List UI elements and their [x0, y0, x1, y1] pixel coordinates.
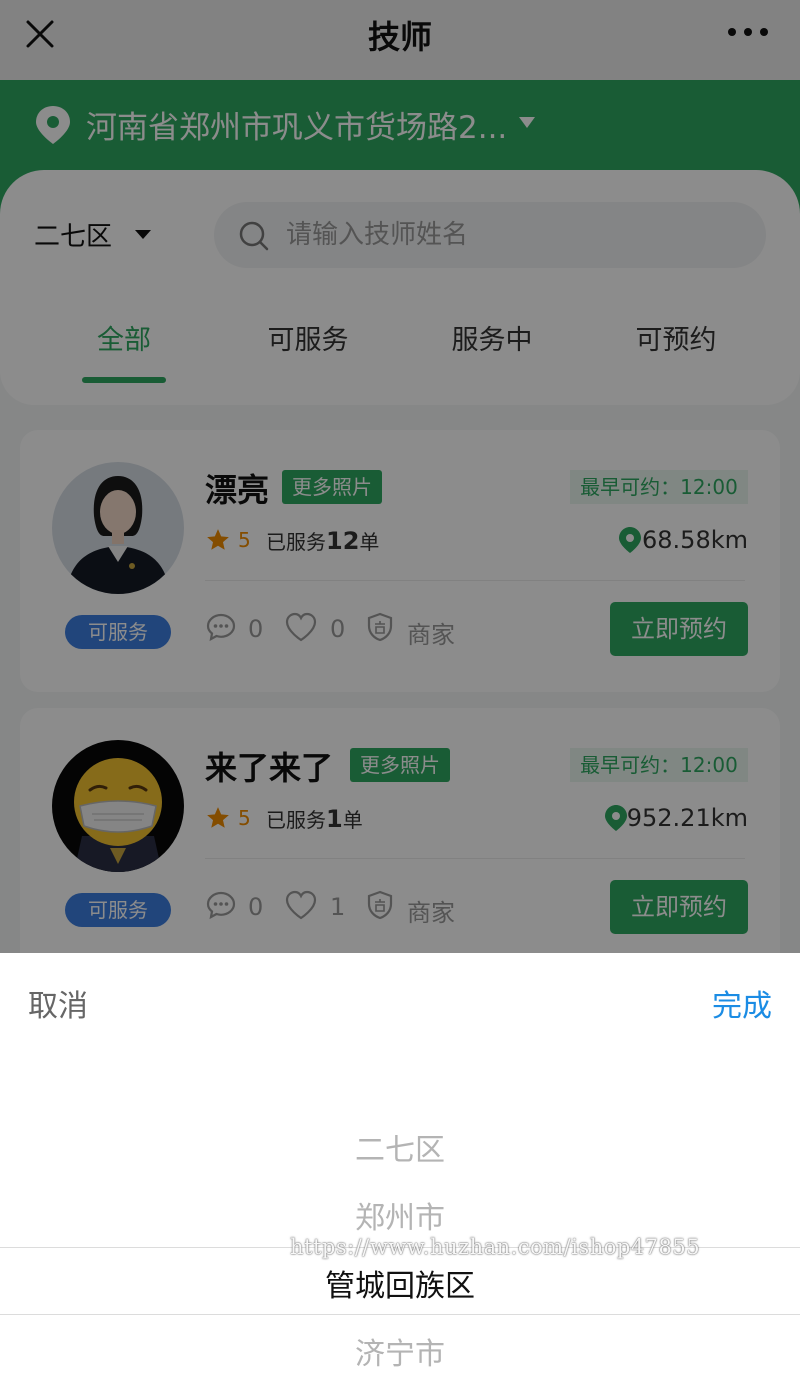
picker-option[interactable]: 济宁市 — [0, 1329, 800, 1373]
app-page: 技师 河南省郑州市巩义市货场路2... 二七区 请输入技师姓名 全部 可服务 服… — [0, 0, 800, 1397]
picker-option[interactable]: 二七区 — [0, 1125, 800, 1169]
done-button[interactable]: 完成 — [712, 981, 772, 1025]
picker-selection-line — [0, 1314, 800, 1315]
modal-overlay[interactable] — [0, 0, 800, 953]
picker-option-selected[interactable]: 管城回族区 — [0, 1261, 800, 1305]
watermark-text: https://www.huzhan.com/ishop47855 — [290, 1235, 701, 1259]
district-picker: 取消 完成 二七区 郑州市 管城回族区 济宁市 https://www.huzh… — [0, 953, 800, 1397]
picker-option[interactable]: 郑州市 — [0, 1193, 800, 1237]
cancel-button[interactable]: 取消 — [28, 981, 88, 1025]
